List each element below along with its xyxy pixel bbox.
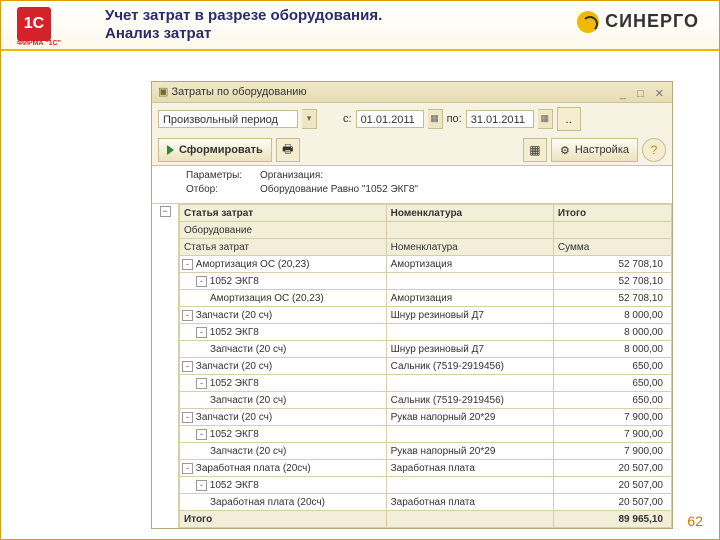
table-row[interactable]: - Амортизация ОС (20,23)Амортизация52 70… [180, 256, 672, 273]
to-label: по: [447, 113, 462, 125]
table-row[interactable]: Запчасти (20 сч)Сальник (7519-2919456)65… [180, 392, 672, 409]
slide-header: ФИРМА "1С" Учет затрат в разрезе оборудо… [1, 1, 719, 51]
expand-icon[interactable]: - [196, 276, 207, 287]
expand-icon[interactable]: - [182, 259, 193, 270]
calendar-icon[interactable]: ▦ [538, 109, 553, 129]
expand-icon[interactable]: - [196, 429, 207, 440]
table-row[interactable]: Заработная плата (20сч)Заработная плата2… [180, 494, 672, 511]
table-row[interactable]: - 1052 ЭКГ852 708,10 [180, 273, 672, 290]
outline-gutter[interactable]: − [152, 204, 179, 528]
period-row: Произвольный период▾ с: 01.01.2011▦ по: … [152, 103, 672, 135]
table-row[interactable]: Амортизация ОС (20,23)Амортизация52 708,… [180, 290, 672, 307]
chevron-down-icon[interactable]: ▾ [302, 109, 317, 129]
help-button[interactable]: ? [642, 138, 666, 162]
form-report-button[interactable]: Сформировать [158, 138, 272, 162]
period-mode-select[interactable]: Произвольный период [158, 110, 298, 128]
report-table: Статья затрат Номенклатура Итого Оборудо… [179, 204, 672, 528]
close-icon[interactable]: ✕ [655, 88, 668, 100]
gear-icon: ⚙ [560, 144, 570, 157]
document-icon: ▣ [158, 86, 168, 98]
expand-icon[interactable]: - [182, 361, 193, 372]
period-picker-button[interactable]: .. [557, 107, 581, 131]
toolbar: Сформировать 🖶 ▦ ⚙Настройка ? [152, 135, 672, 165]
table-row[interactable]: - Запчасти (20 сч)Сальник (7519-2919456)… [180, 358, 672, 375]
logo-1c: ФИРМА "1С" [17, 7, 85, 47]
table-row[interactable]: - Запчасти (20 сч)Рукав напорный 20*297 … [180, 409, 672, 426]
calendar-icon[interactable]: ▦ [428, 109, 443, 129]
print-button[interactable]: 🖶 [276, 138, 300, 162]
play-icon [167, 145, 174, 155]
report-params: Параметры:Организация: Отбор:Оборудовани… [152, 166, 672, 204]
table-view-button[interactable]: ▦ [523, 138, 547, 162]
table-subheader-row: Оборудование [180, 222, 672, 239]
expand-icon[interactable]: - [196, 480, 207, 491]
minimize-icon[interactable]: _ [620, 88, 630, 100]
table-row[interactable]: Запчасти (20 сч)Шнур резиновый Д78 000,0… [180, 341, 672, 358]
window-titlebar: ▣ Затраты по оборудованию _ □ ✕ [152, 82, 672, 103]
slide-title: Учет затрат в разрезе оборудования. Анал… [105, 7, 382, 43]
table-row[interactable]: - 1052 ЭКГ87 900,00 [180, 426, 672, 443]
expand-icon[interactable]: - [196, 378, 207, 389]
from-label: с: [343, 113, 352, 125]
report-area: Параметры:Организация: Отбор:Оборудовани… [152, 165, 672, 528]
report-window: ▣ Затраты по оборудованию _ □ ✕ Произвол… [151, 81, 673, 529]
table-subheader-row: Статья затратНоменклатураСумма [180, 239, 672, 256]
collapse-icon[interactable]: − [160, 206, 171, 217]
table-row[interactable]: - Заработная плата (20сч)Заработная плат… [180, 460, 672, 477]
expand-icon[interactable]: - [182, 412, 193, 423]
date-to-input[interactable]: 31.01.2011 [466, 110, 534, 128]
logo-sinergo: СИНЕРГО [577, 11, 699, 33]
table-row[interactable]: - 1052 ЭКГ820 507,00 [180, 477, 672, 494]
expand-icon[interactable]: - [182, 463, 193, 474]
table-header-row: Статья затрат Номенклатура Итого [180, 205, 672, 222]
page-number: 62 [687, 513, 703, 529]
table-row[interactable]: - 1052 ЭКГ8650,00 [180, 375, 672, 392]
table-row[interactable]: - 1052 ЭКГ88 000,00 [180, 324, 672, 341]
table-row[interactable]: - Запчасти (20 сч)Шнур резиновый Д78 000… [180, 307, 672, 324]
settings-button[interactable]: ⚙Настройка [551, 138, 638, 162]
expand-icon[interactable]: - [196, 327, 207, 338]
window-title: Затраты по оборудованию [171, 86, 306, 98]
total-row: Итого89 965,10 [180, 511, 672, 528]
restore-icon[interactable]: □ [637, 88, 648, 100]
date-from-input[interactable]: 01.01.2011 [356, 110, 424, 128]
expand-icon[interactable]: - [182, 310, 193, 321]
table-row[interactable]: Запчасти (20 сч)Рукав напорный 20*297 90… [180, 443, 672, 460]
